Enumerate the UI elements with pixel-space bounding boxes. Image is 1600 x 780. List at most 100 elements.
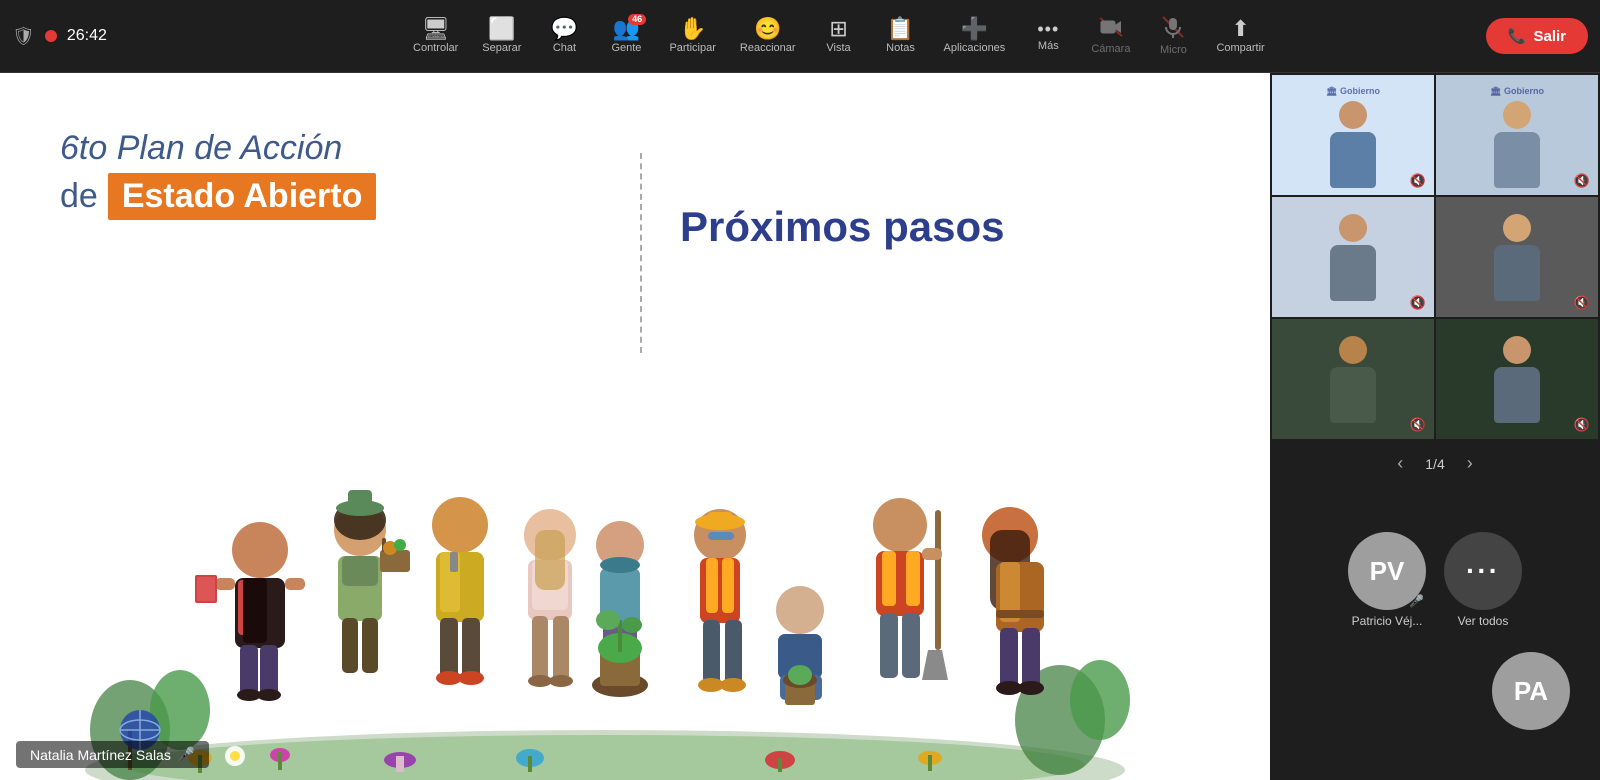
inst-logo-2: 🏛 Gobierno <box>1486 82 1548 101</box>
separar-icon: ⬜ <box>488 18 515 40</box>
right-sidebar: 🏛 Gobierno 🔇 🏛 Gobierno 🔇 <box>1270 73 1600 780</box>
topbar-left: 🛡 26:42 <box>12 26 192 47</box>
participant-thumb-4: 🔇 <box>1436 197 1598 317</box>
notas-icon: 📋 <box>887 18 914 40</box>
compartir-button[interactable]: ⬆ Compartir <box>1206 12 1274 60</box>
participant-thumb-6: 🔇 <box>1436 319 1598 439</box>
avatar-pa: PA <box>1492 652 1570 730</box>
presenter-name: Natalia Martínez Salas <box>30 747 171 763</box>
next-page-button[interactable]: › <box>1461 451 1479 476</box>
ver-todos-label: Ver todos <box>1458 614 1509 628</box>
camara-button[interactable]: Cámara <box>1081 11 1140 61</box>
mic-muted-icon-3: 🔇 <box>1410 295 1426 311</box>
avatar-pa-initials: PA <box>1514 676 1548 707</box>
aplicaciones-button[interactable]: ➕ Aplicaciones <box>934 12 1016 60</box>
topbar-right: 📞 Salir <box>1486 18 1588 54</box>
controlar-button[interactable]: 🖥 Controlar <box>403 12 468 60</box>
record-indicator <box>45 30 57 42</box>
aplicaciones-icon: ➕ <box>961 18 988 40</box>
separar-label: Separar <box>482 42 521 54</box>
presenter-name-tag: Natalia Martínez Salas 🎤 <box>16 741 209 768</box>
participant-ver-todos[interactable]: ··· Ver todos <box>1444 532 1522 628</box>
reaccionar-label: Reaccionar <box>740 42 796 54</box>
topbar: 🛡 26:42 🖥 Controlar ⬜ Separar 💬 Chat 👥46… <box>0 0 1600 73</box>
prev-page-button[interactable]: ‹ <box>1391 451 1409 476</box>
participar-button[interactable]: ✋ Participar <box>659 12 725 60</box>
slide-de: de <box>60 177 98 216</box>
avatar-dots-label: ··· <box>1466 555 1500 587</box>
micro-button[interactable]: Micro <box>1144 10 1202 62</box>
mic-muted-icon-1: 🔇 <box>1410 173 1426 189</box>
page-indicator: 1/4 <box>1425 456 1444 472</box>
notas-button[interactable]: 📋 Notas <box>872 12 930 60</box>
avatar-dots[interactable]: ··· <box>1444 532 1522 610</box>
controlar-label: Controlar <box>413 42 458 54</box>
chat-button[interactable]: 💬 Chat <box>535 12 593 60</box>
participar-label: Participar <box>669 42 715 54</box>
vista-button[interactable]: ⊞ Vista <box>810 12 868 60</box>
camara-icon <box>1099 17 1123 41</box>
avatar-wrap-dots[interactable]: ··· <box>1444 532 1522 610</box>
avatar-pv-initials: PV <box>1370 556 1405 587</box>
vista-icon: ⊞ <box>829 18 847 40</box>
camara-label: Cámara <box>1091 43 1130 55</box>
mic-muted-icon-5: 🔇 <box>1410 417 1426 433</box>
reaccionar-icon: 😊 <box>754 18 781 40</box>
mic-muted-icon-2: 🔇 <box>1574 173 1590 189</box>
slide-title-block: 6to Plan de Acción de Estado Abierto <box>60 128 376 220</box>
shield-icon: 🛡 <box>12 26 35 47</box>
compartir-label: Compartir <box>1216 42 1264 54</box>
slide-title-bottom: de Estado Abierto <box>60 173 376 220</box>
participant-row-main: PV 🎤 Patricio Véj... ··· Ver todos <box>1348 532 1522 628</box>
compartir-icon: ⬆ <box>1231 18 1249 40</box>
presenter-mic-icon: 🎤 <box>178 746 195 763</box>
participant-thumb-5: 🔇 <box>1272 319 1434 439</box>
mas-label: Más <box>1038 40 1059 52</box>
notas-label: Notas <box>886 42 915 54</box>
person-silhouette-1 <box>1330 101 1376 188</box>
mas-icon: ••• <box>1037 20 1059 38</box>
person-silhouette-6 <box>1494 336 1540 423</box>
presentation-area: 6to Plan de Acción de Estado Abierto Pró… <box>0 73 1270 780</box>
participant-thumb-3: 🔇 <box>1272 197 1434 317</box>
reaccionar-button[interactable]: 😊 Reaccionar <box>730 12 806 60</box>
slide-content: 6to Plan de Acción de Estado Abierto Pró… <box>0 73 1270 780</box>
chat-label: Chat <box>553 42 576 54</box>
thumbnails-grid: 🏛 Gobierno 🔇 🏛 Gobierno 🔇 <box>1270 73 1600 441</box>
topbar-center: 🖥 Controlar ⬜ Separar 💬 Chat 👥46 Gente ✋… <box>192 10 1486 62</box>
separar-button[interactable]: ⬜ Separar <box>472 12 531 60</box>
mas-button[interactable]: ••• Más <box>1019 14 1077 58</box>
illustration-area <box>0 280 1270 780</box>
gente-icon: 👥46 <box>613 18 640 40</box>
participant-patricio: PV 🎤 Patricio Véj... <box>1348 532 1426 628</box>
phone-icon: 📞 <box>1508 27 1527 45</box>
avatar-wrap-pv: PV 🎤 <box>1348 532 1426 610</box>
micro-label: Micro <box>1160 44 1187 56</box>
person-silhouette-4 <box>1494 214 1540 301</box>
mic-muted-icon-4: 🔇 <box>1574 295 1590 311</box>
inst-logo-1: 🏛 Gobierno <box>1322 82 1384 101</box>
salir-button[interactable]: 📞 Salir <box>1486 18 1588 54</box>
participar-icon: ✋ <box>679 18 706 40</box>
aplicaciones-label: Aplicaciones <box>944 42 1006 54</box>
slide-heading: Próximos pasos <box>680 203 1004 251</box>
timer: 26:42 <box>67 27 107 45</box>
participant-thumb-1: 🏛 Gobierno 🔇 <box>1272 75 1434 195</box>
slide-title-top: 6to Plan de Acción <box>60 128 376 169</box>
main-content: 6to Plan de Acción de Estado Abierto Pró… <box>0 73 1600 780</box>
participant-thumb-2: 🏛 Gobierno 🔇 <box>1436 75 1598 195</box>
micro-icon <box>1162 16 1184 42</box>
salir-label: Salir <box>1533 28 1566 45</box>
avatar-wrap-pa: PA <box>1492 652 1570 730</box>
people-count: 46 <box>628 14 646 25</box>
controlar-icon: 🖥 <box>422 18 450 40</box>
gente-label: Gente <box>611 42 641 54</box>
vista-label: Vista <box>826 42 850 54</box>
person-silhouette-2 <box>1494 101 1540 188</box>
slide-estado-abierto: Estado Abierto <box>108 173 377 220</box>
people-illustration <box>80 280 1130 780</box>
mic-muted-icon-6: 🔇 <box>1574 417 1590 433</box>
chat-icon: 💬 <box>551 18 578 40</box>
gente-button[interactable]: 👥46 Gente <box>597 12 655 60</box>
person-silhouette-3 <box>1330 214 1376 301</box>
